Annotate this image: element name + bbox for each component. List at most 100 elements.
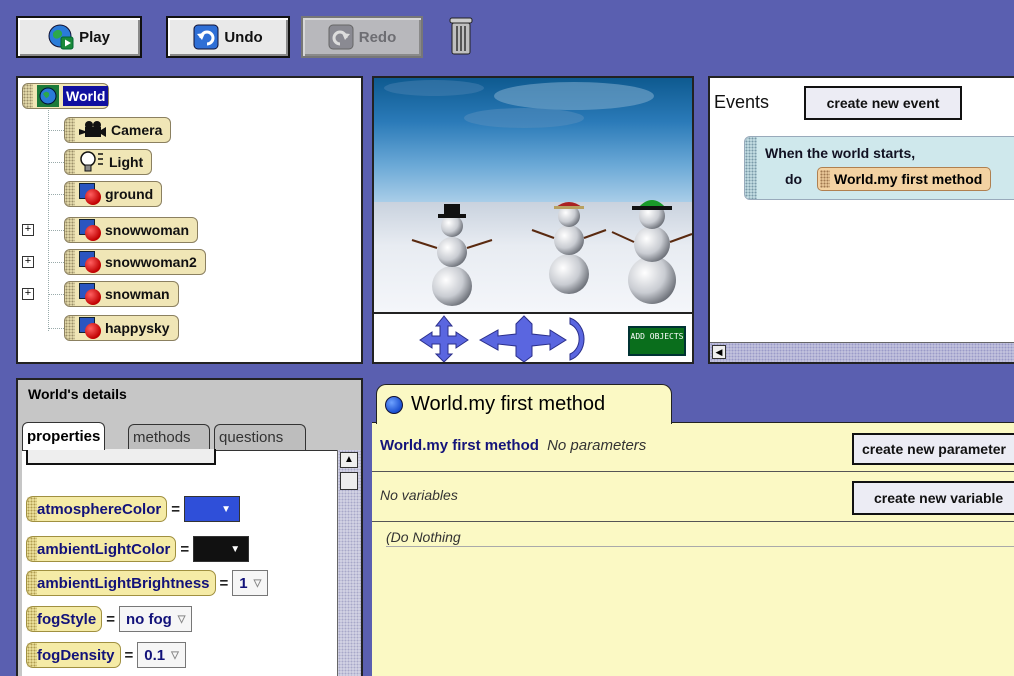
property-tile[interactable]: fogDensity xyxy=(26,642,121,668)
tree-item-snowman[interactable]: snowman xyxy=(48,280,179,308)
tree-item-label: snowman xyxy=(105,286,170,302)
do-nothing-block[interactable]: (Do Nothing xyxy=(386,529,1014,547)
property-name: fogDensity xyxy=(37,646,115,664)
tree-item-ground[interactable]: ground xyxy=(48,180,163,208)
value-dropdown[interactable]: 1 ▽ xyxy=(232,570,269,596)
property-tile[interactable]: fogStyle xyxy=(26,606,103,632)
property-tile[interactable]: ambientLightBrightness xyxy=(26,570,216,596)
create-new-event-button[interactable]: create new event xyxy=(804,86,962,120)
object-tree: World Camera Light ground snowwoman snowwoma… xyxy=(16,76,363,364)
method-editor: World.my first method World.my first met… xyxy=(372,378,1014,676)
property-tile[interactable]: atmosphereColor xyxy=(26,496,168,522)
events-panel: Events create new event When the world s… xyxy=(708,76,1014,364)
play-button[interactable]: Play xyxy=(16,16,142,58)
dropdown-arrow-icon: ▼ xyxy=(221,503,231,515)
camera-controls: ADD OBJECTS xyxy=(374,312,692,364)
property-value: 0.1 xyxy=(144,646,166,664)
method-header-name: World.my first method xyxy=(380,437,539,454)
trash-icon[interactable] xyxy=(447,16,475,56)
snowman-middle xyxy=(531,202,607,294)
tab-methods[interactable]: methods xyxy=(128,424,210,450)
property-row: ambientLightBrightness = 1 ▽ xyxy=(26,569,269,597)
color-dropdown[interactable]: ▼ xyxy=(193,536,250,562)
details-title: World's details xyxy=(28,386,127,402)
snow-figures xyxy=(411,200,692,306)
expand-icon[interactable]: + xyxy=(22,288,34,300)
property-name: ambientLightColor xyxy=(37,540,171,558)
details-panel: World's details properties methods quest… xyxy=(16,378,363,676)
object-icon xyxy=(79,183,101,205)
undo-button[interactable]: Undo xyxy=(166,16,290,58)
tree-item-light[interactable]: Light xyxy=(48,148,153,176)
property-tile[interactable]: ambientLightColor xyxy=(26,536,177,562)
scroll-left-icon[interactable]: ◀ xyxy=(712,345,726,359)
create-new-parameter-label: create new parameter xyxy=(862,441,1006,457)
light-bulb-icon xyxy=(79,150,105,174)
tab-questions-label: questions xyxy=(219,429,284,446)
redo-button[interactable]: Redo xyxy=(301,16,423,58)
event-method-label: World.my first method xyxy=(834,171,983,187)
snowman-left xyxy=(411,204,493,306)
no-variables-text: No variables xyxy=(380,487,458,503)
tree-item-happysky[interactable]: happysky xyxy=(48,314,179,342)
event-when-text: When the world starts, xyxy=(765,145,916,161)
event-grip[interactable] xyxy=(745,137,757,199)
property-name: atmosphereColor xyxy=(37,500,162,518)
events-horizontal-scrollbar[interactable]: ◀ xyxy=(710,342,1014,362)
equals-sign: = xyxy=(106,610,115,628)
properties-list: atmosphereColor = ▼ ambientLightColor = ▼ ambi… xyxy=(22,449,337,676)
dropdown-arrow-icon: ▽ xyxy=(253,577,262,589)
scroll-thumb[interactable] xyxy=(340,472,358,490)
equals-sign: = xyxy=(171,500,180,518)
equals-sign: = xyxy=(219,574,229,592)
expand-icon[interactable]: + xyxy=(22,224,34,236)
expand-icon[interactable]: + xyxy=(22,256,34,268)
tree-item-snowwoman[interactable]: snowwoman xyxy=(48,216,199,244)
event-when-world-starts[interactable]: When the world starts, do World.my first… xyxy=(744,136,1014,200)
play-label: Play xyxy=(79,28,110,46)
events-title: Events xyxy=(714,92,770,112)
tree-item-label: ground xyxy=(105,186,154,202)
add-objects-button[interactable]: ADD OBJECTS xyxy=(628,326,686,356)
camera-icon xyxy=(79,119,107,141)
tree-item-label: World xyxy=(63,86,109,106)
tree-item-label: Light xyxy=(109,154,144,170)
tab-questions[interactable]: questions xyxy=(214,424,306,450)
properties-scrollbar[interactable]: ▲ xyxy=(337,450,361,676)
object-icon xyxy=(79,251,101,273)
add-objects-label: ADD OBJECTS xyxy=(630,332,684,341)
color-dropdown[interactable]: ▼ xyxy=(183,496,240,522)
event-method-tile[interactable]: World.my first method xyxy=(817,167,992,191)
object-icon xyxy=(79,283,101,305)
create-new-variable-button[interactable]: create new variable xyxy=(852,481,1014,515)
scroll-up-icon[interactable]: ▲ xyxy=(340,452,358,468)
property-value: 1 xyxy=(239,574,248,592)
tree-item-label: happysky xyxy=(105,320,170,336)
create-new-variable-button-partial[interactable] xyxy=(26,449,216,465)
value-dropdown[interactable]: no fog ▽ xyxy=(118,606,193,632)
create-new-parameter-button[interactable]: create new parameter xyxy=(852,433,1014,465)
tab-method[interactable]: World.my first method xyxy=(376,384,672,424)
tree-item-label: snowwoman2 xyxy=(105,254,197,270)
property-row: fogStyle = no fog ▽ xyxy=(26,605,193,633)
tab-properties-label: properties xyxy=(27,428,101,445)
method-editor-body: World.my first method No parameters crea… xyxy=(372,422,1014,676)
camera-move-arrows-icon[interactable] xyxy=(418,314,618,364)
dropdown-arrow-icon: ▽ xyxy=(177,613,186,625)
undo-label: Undo xyxy=(224,28,263,46)
world-view[interactable]: ADD OBJECTS xyxy=(372,76,694,364)
tree-item-label: Camera xyxy=(111,122,163,138)
equals-sign: = xyxy=(180,540,190,558)
tree-item-world[interactable]: World xyxy=(22,82,110,110)
dropdown-arrow-icon: ▽ xyxy=(171,649,179,661)
property-name: fogStyle xyxy=(37,610,97,628)
tree-item-camera[interactable]: Camera xyxy=(48,116,172,144)
value-dropdown[interactable]: 0.1 ▽ xyxy=(137,642,186,668)
object-icon xyxy=(79,317,101,339)
tree-item-snowwoman2[interactable]: snowwoman2 xyxy=(48,248,206,276)
redo-icon xyxy=(328,24,354,50)
tab-properties[interactable]: properties xyxy=(22,422,106,450)
method-dot-icon xyxy=(385,395,403,414)
world-globe-icon xyxy=(37,85,59,107)
property-row: ambientLightColor = ▼ xyxy=(26,535,250,563)
